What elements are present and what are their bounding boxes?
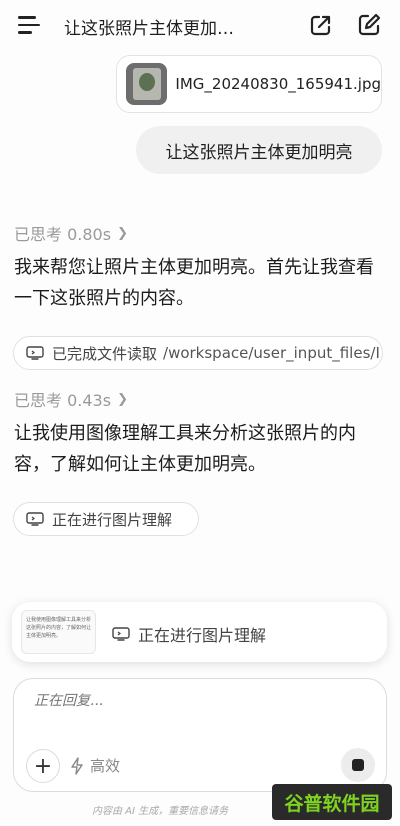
ai-disclaimer: 内容由 AI 生成，重要信息请务 bbox=[92, 806, 229, 817]
thinking-label: 已思考 0.80s bbox=[14, 225, 112, 244]
tool-status-label: 已完成文件读取 bbox=[52, 344, 158, 363]
message-composer: + 高效 bbox=[13, 678, 387, 792]
chevron-right-icon: ❯ bbox=[117, 225, 128, 241]
tool-status-image-understanding[interactable]: 正在进行图片理解 bbox=[13, 502, 199, 536]
tool-status-file-read[interactable]: 已完成文件读取 /workspace/user_input_files/I bbox=[13, 336, 383, 370]
thinking-label: 已思考 0.43s bbox=[14, 391, 112, 410]
image-attachment[interactable]: IMG_20240830_165941.jpg bbox=[116, 55, 382, 113]
stop-generation-button[interactable] bbox=[341, 748, 375, 782]
thinking-toggle-1[interactable]: 已思考 0.80s ❯ bbox=[14, 221, 128, 245]
share-icon[interactable] bbox=[308, 12, 334, 38]
site-watermark: 谷普软件园 bbox=[272, 784, 392, 820]
menu-icon[interactable] bbox=[18, 16, 42, 36]
tool-status-label: 正在进行图片理解 bbox=[52, 510, 173, 529]
thinking-toggle-2[interactable]: 已思考 0.43s ❯ bbox=[14, 387, 128, 411]
assistant-reply-2: 让我使用图像理解工具来分析这张照片的内容，了解如何让主体更加明亮。 bbox=[14, 423, 356, 475]
task-status: 正在进行图片理解 bbox=[112, 622, 266, 646]
new-chat-icon[interactable] bbox=[356, 12, 382, 38]
conversation-title: 让这张照片主体更加… bbox=[64, 19, 234, 39]
add-attachment-button[interactable]: + bbox=[26, 749, 60, 783]
assistant-reply-1: 我来帮您让照片主体更加明亮。首先让我查看一下这张照片的内容。 bbox=[14, 257, 374, 309]
chevron-right-icon: ❯ bbox=[117, 391, 128, 407]
message-input[interactable] bbox=[34, 693, 354, 709]
task-status-label: 正在进行图片理解 bbox=[138, 626, 267, 645]
mode-toggle-button[interactable]: 高效 bbox=[70, 755, 120, 776]
task-preview-thumbnail: 让我使用图像理解工具来分析这张照片的内容，了解如何让主体更加明亮。 bbox=[21, 610, 96, 654]
stop-icon bbox=[352, 759, 364, 771]
attachment-filename: IMG_20240830_165941.jpg bbox=[175, 75, 381, 93]
monitor-icon bbox=[112, 627, 130, 641]
monitor-icon bbox=[26, 346, 44, 360]
plus-icon: + bbox=[33, 753, 53, 779]
top-bar: 让这张照片主体更加… bbox=[0, 0, 400, 52]
monitor-icon bbox=[26, 512, 44, 526]
tool-path: /workspace/user_input_files/I bbox=[163, 344, 380, 362]
lightning-icon bbox=[71, 756, 83, 775]
mode-label: 高效 bbox=[90, 757, 121, 775]
chat-page: 让这张照片主体更加… IMG_20240830_165941.jpg 让这张照片… bbox=[0, 0, 400, 826]
user-message: 让这张照片主体更加明亮 bbox=[136, 126, 382, 174]
attachment-thumbnail bbox=[126, 63, 168, 105]
running-task-card[interactable]: 让我使用图像理解工具来分析这张照片的内容，了解如何让主体更加明亮。 正在进行图片… bbox=[12, 602, 387, 662]
